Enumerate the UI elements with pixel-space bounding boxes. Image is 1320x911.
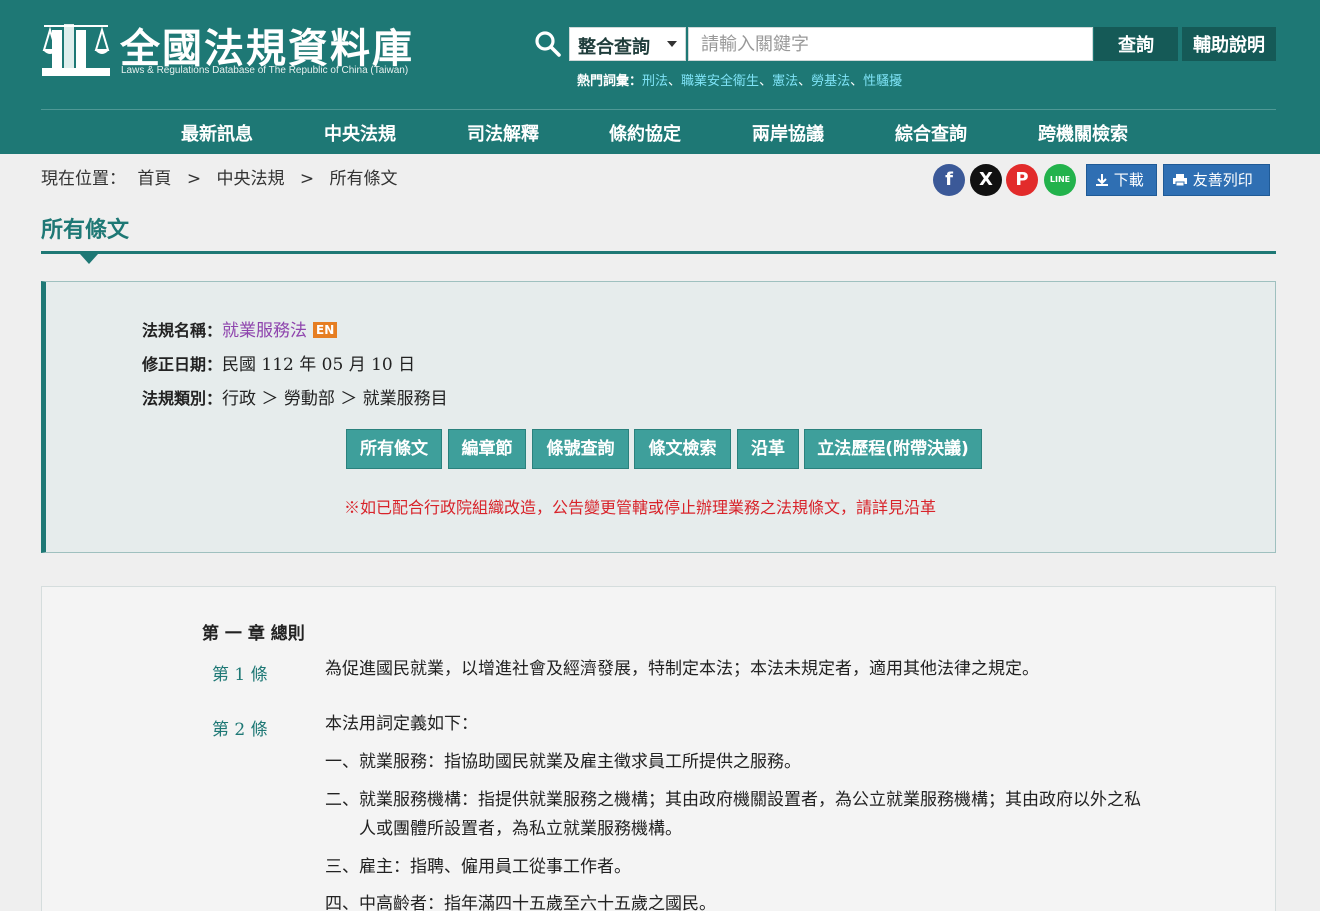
breadcrumb-item-central-laws[interactable]: 中央法規 — [216, 169, 284, 189]
print-button[interactable]: 友善列印 — [1163, 164, 1270, 196]
search-button[interactable]: 查詢 — [1094, 27, 1178, 61]
breadcrumb-label: 現在位置： — [41, 169, 126, 189]
article-text: 為促進國民就業，以增進社會及經濟發展，特制定本法；本法未規定者，適用其他法律之規… — [325, 659, 1039, 679]
law-category-row: 法規類別：行政 ＞ 勞動部 ＞ 就業服務目 — [142, 384, 448, 409]
nav-item-treaties[interactable]: 條約協定 — [609, 120, 681, 146]
site-logo[interactable]: 全國法規資料庫 Laws & Regulations Database of T… — [40, 14, 440, 84]
scales-of-justice-icon — [42, 24, 110, 76]
search-type-select[interactable]: 整合查詢 — [569, 27, 686, 61]
amend-date-row: 修正日期：民國 112 年 05 月 10 日 — [142, 350, 415, 375]
download-label: 下載 — [1113, 171, 1144, 189]
title-underline — [41, 251, 1276, 254]
law-articles-panel: 第 一 章 總則 第 1 條 為促進國民就業，以增進社會及經濟發展，特制定本法；… — [41, 586, 1276, 911]
nav-item-central-laws[interactable]: 中央法規 — [324, 120, 396, 146]
line-share-icon[interactable]: LINE — [1044, 164, 1076, 196]
print-label: 友善列印 — [1192, 171, 1253, 189]
hot-keyword-link[interactable]: 職業安全衛生 — [681, 74, 759, 89]
chapter-title: 第 一 章 總則 — [202, 624, 305, 644]
article-number-link[interactable]: 第 1 條 — [212, 660, 268, 685]
article-item: 一、就業服務：指協助國民就業及雇主徵求員工所提供之服務。 — [325, 752, 801, 772]
law-info-panel: 法規名稱：就業服務法 EN 修正日期：民國 112 年 05 月 10 日 法規類… — [41, 281, 1276, 553]
hot-keyword-link[interactable]: 性騷擾 — [863, 74, 902, 89]
article-item: 二、就業服務機構：指提供就業服務之機構；其由政府機關設置者，為公立就業服務機構；… — [325, 790, 1141, 810]
nav-item-news[interactable]: 最新訊息 — [181, 120, 253, 146]
hot-keyword-link[interactable]: 刑法 — [642, 74, 668, 89]
law-category-value: 行政 ＞ 勞動部 ＞ 就業服務目 — [222, 389, 448, 409]
download-button[interactable]: 下載 — [1086, 164, 1157, 196]
org-reform-notice: ※如已配合行政院組織改造，公告變更管轄或停止辦理業務之法規條文，請詳見沿革 — [344, 498, 937, 517]
site-header: 全國法規資料庫 Laws & Regulations Database of T… — [0, 0, 1320, 154]
article-text: 本法用詞定義如下： — [325, 714, 478, 734]
law-category-label: 法規類別： — [142, 389, 223, 408]
english-version-badge[interactable]: EN — [313, 322, 338, 338]
breadcrumb: 現在位置： 首頁 > 中央法規 > 所有條文 — [41, 164, 404, 189]
law-name-label: 法規名稱： — [142, 321, 223, 340]
x-share-icon[interactable]: X — [970, 164, 1002, 196]
law-name-row: 法規名稱：就業服務法 EN — [142, 316, 338, 341]
help-button[interactable]: 輔助說明 — [1182, 27, 1276, 61]
article-number-link[interactable]: 第 2 條 — [212, 715, 268, 740]
tab-all-articles[interactable]: 所有條文 — [346, 429, 442, 469]
title-pointer — [80, 254, 98, 264]
article-item: 人或團體所設置者，為私立就業服務機構。 — [325, 819, 682, 839]
keyword-separator: 、 — [850, 74, 864, 89]
breadcrumb-separator: > — [299, 169, 315, 189]
tab-history[interactable]: 沿革 — [737, 429, 799, 469]
article-item: 三、雇主：指聘、僱用員工從事工作者。 — [325, 857, 631, 877]
pinterest-share-icon[interactable]: P — [1006, 164, 1038, 196]
article-item: 四、中高齡者：指年滿四十五歲至六十五歲之國民。 — [325, 894, 716, 911]
search-input[interactable] — [688, 27, 1093, 61]
printer-icon — [1173, 174, 1187, 187]
site-subtitle: Laws & Regulations Database of The Repub… — [121, 65, 409, 76]
nav-item-advanced-search[interactable]: 綜合查詢 — [895, 120, 967, 146]
chevron-down-icon — [667, 41, 677, 47]
keyword-separator: 、 — [668, 74, 682, 89]
search-icon[interactable] — [534, 30, 562, 58]
main-nav: 最新訊息 中央法規 司法解釋 條約協定 兩岸協議 綜合查詢 跨機關檢索 — [0, 110, 1320, 154]
amend-date-label: 修正日期： — [142, 355, 223, 374]
nav-item-cross-agency-search[interactable]: 跨機關檢索 — [1038, 120, 1128, 146]
page-title: 所有條文 — [41, 218, 130, 243]
tab-legislative-history[interactable]: 立法歷程(附帶決議) — [804, 429, 982, 469]
download-icon — [1096, 174, 1108, 186]
tab-article-lookup[interactable]: 條號查詢 — [532, 429, 629, 469]
breadcrumb-item-home[interactable]: 首頁 — [137, 169, 171, 189]
nav-item-judicial-interpretations[interactable]: 司法解釋 — [467, 120, 539, 146]
hot-keyword-link[interactable]: 勞基法 — [811, 74, 850, 89]
nav-item-cross-strait[interactable]: 兩岸協議 — [752, 120, 824, 146]
amend-date-value: 民國 112 年 05 月 10 日 — [222, 355, 416, 375]
keyword-separator: 、 — [798, 74, 812, 89]
hot-keywords: 熱門詞彙：刑法、職業安全衛生、憲法、勞基法、性騷擾 — [577, 70, 902, 89]
tab-article-search[interactable]: 條文檢索 — [634, 429, 731, 469]
keyword-separator: 、 — [759, 74, 773, 89]
breadcrumb-item-current: 所有條文 — [329, 169, 398, 189]
hot-keywords-label: 熱門詞彙： — [577, 74, 643, 89]
law-name-link[interactable]: 就業服務法 — [222, 321, 307, 341]
breadcrumb-separator: > — [186, 169, 202, 189]
search-type-value: 整合查詢 — [578, 37, 650, 58]
facebook-share-icon[interactable]: f — [933, 164, 965, 196]
hot-keyword-link[interactable]: 憲法 — [772, 74, 798, 89]
tab-chapters[interactable]: 編章節 — [448, 429, 526, 469]
